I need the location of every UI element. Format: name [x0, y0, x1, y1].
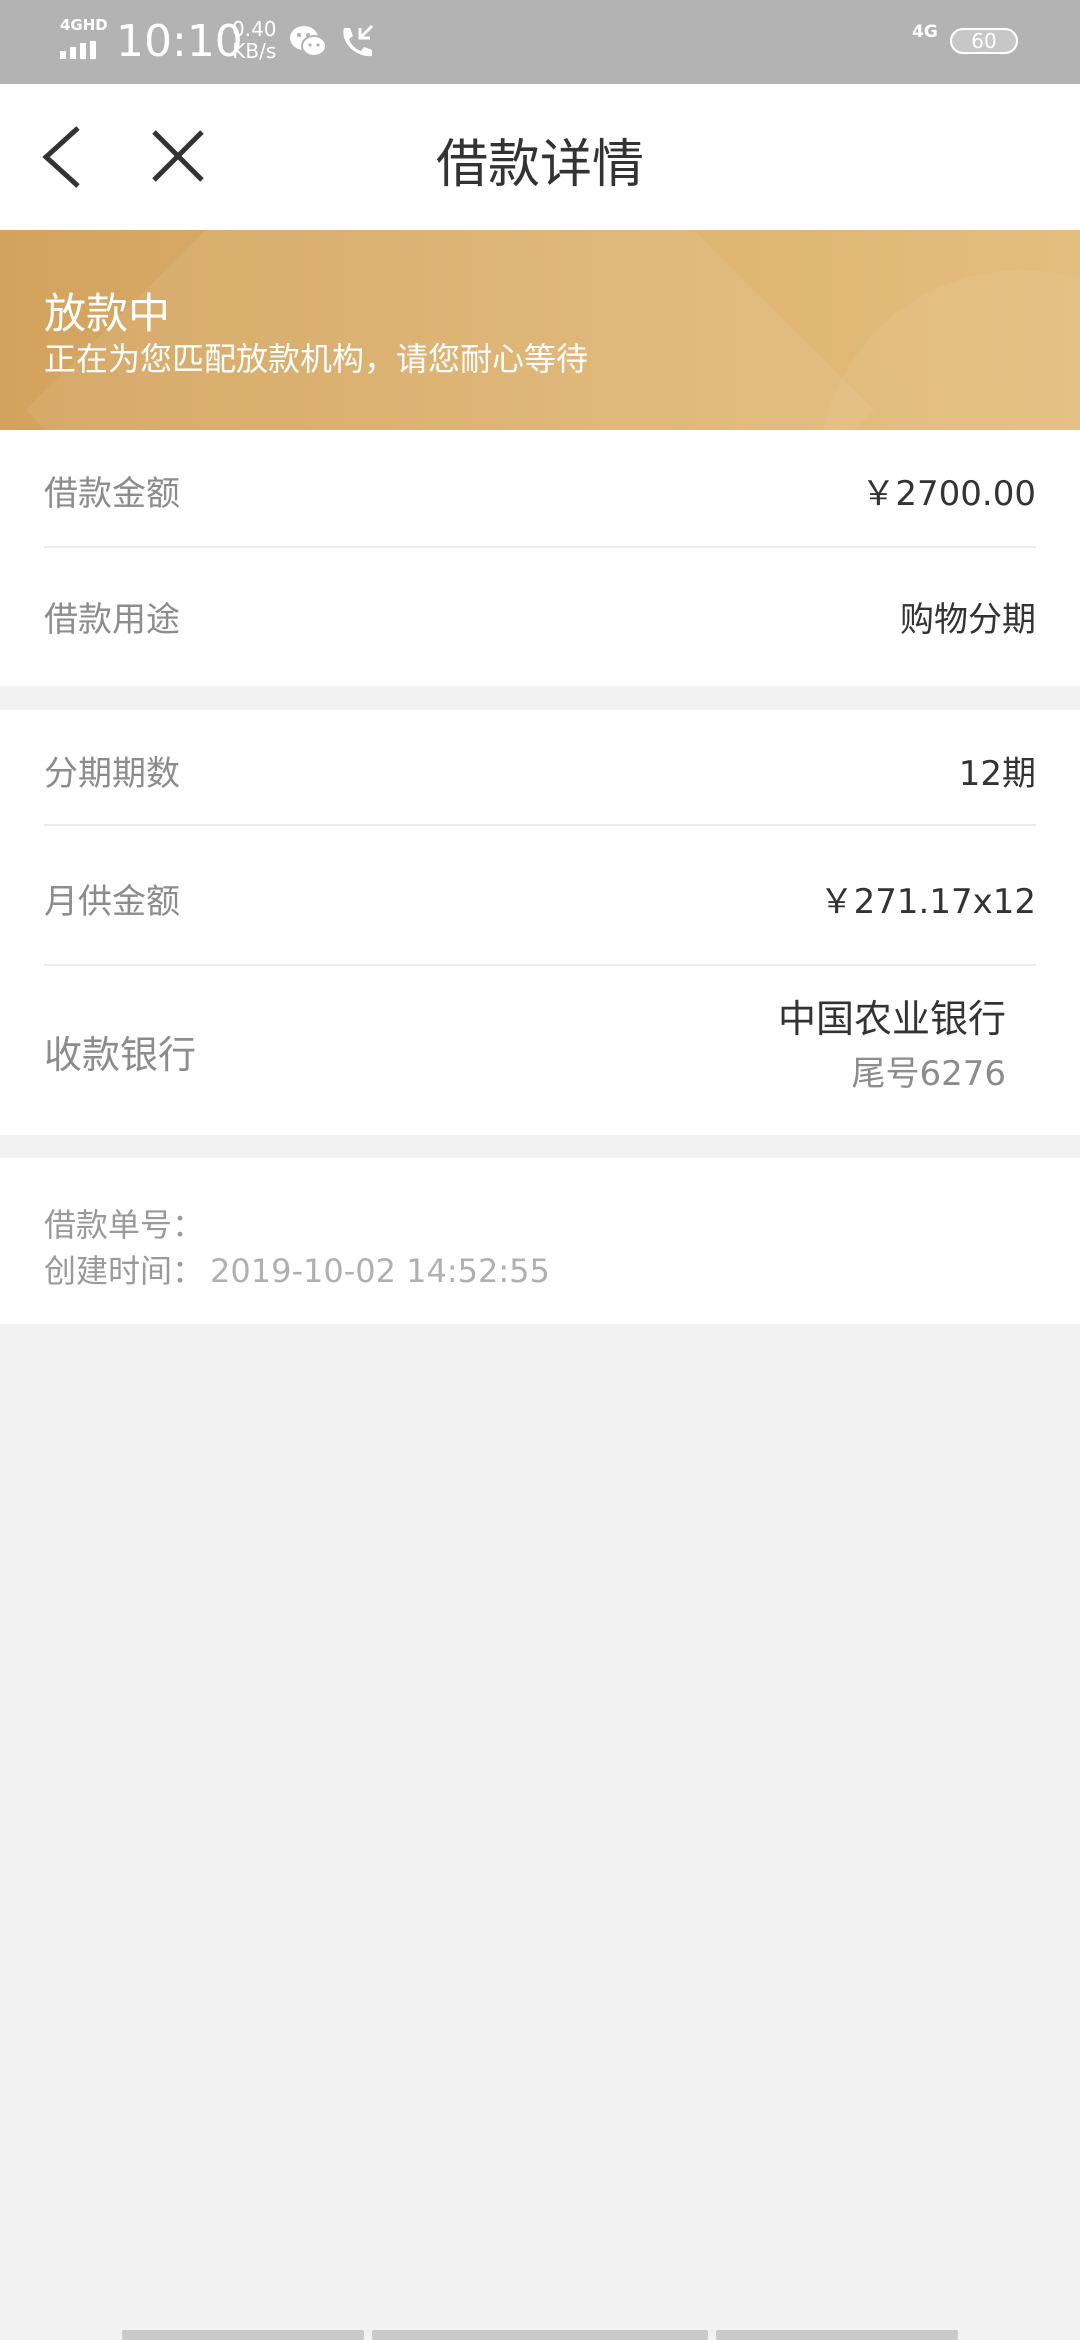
nav-bar: 借款详情: [0, 84, 1080, 230]
home-indicator: [122, 2330, 364, 2340]
banner-decoration: [820, 270, 1080, 430]
purpose-row: 借款用途 购物分期: [44, 548, 1036, 686]
page-title: 借款详情: [435, 135, 644, 195]
network-speed: 0.40 KB/s: [232, 18, 277, 62]
speed-unit: KB/s: [232, 39, 277, 63]
installment-card: 分期期数 12期 月供金额 ￥271.17x12 收款银行 中国农业银行 尾号6…: [0, 710, 1080, 1135]
status-banner: 放款中 正在为您匹配放款机构，请您耐心等待: [0, 230, 1080, 430]
status-bar: 4GHD 10:10 0.40 KB/s 4G 60: [0, 0, 1080, 84]
bank-label: 收款银行: [44, 1033, 197, 1077]
order-number-label: 借款单号：: [44, 1206, 205, 1244]
battery-icon: 60: [950, 28, 1018, 54]
home-indicator: [372, 2330, 708, 2340]
created-time-value: 2019-10-02 14:52:55: [210, 1252, 550, 1290]
home-indicator: [716, 2330, 958, 2340]
order-meta: 借款单号： 创建时间： 2019-10-02 14:52:55: [0, 1158, 1080, 1324]
amount-row: 借款金额 ￥2700.00: [44, 430, 1036, 548]
signal-icon: [60, 40, 100, 59]
wechat-icon: [290, 26, 327, 57]
periods-row: 分期期数 12期: [44, 710, 1036, 826]
monthly-row: 月供金额 ￥271.17x12: [44, 826, 1036, 966]
monthly-value: ￥271.17x12: [819, 882, 1036, 922]
bank-tail-number: 尾号6276: [851, 1054, 1006, 1094]
periods-label: 分期期数: [44, 754, 180, 794]
banner-title: 放款中: [44, 289, 171, 338]
speed-value: 0.40: [232, 17, 277, 41]
amount-label: 借款金额: [44, 474, 180, 514]
monthly-label: 月供金额: [44, 882, 180, 922]
status-time: 10:10: [116, 16, 243, 67]
right-network-type: 4G: [912, 22, 938, 42]
missed-call-icon: [343, 24, 374, 57]
network-type: 4GHD: [60, 16, 108, 34]
bank-name: 中国农业银行: [777, 997, 1006, 1041]
created-time-label: 创建时间：: [44, 1252, 205, 1290]
loan-info-card: 借款金额 ￥2700.00 借款用途 购物分期: [0, 430, 1080, 686]
bank-row: 收款银行 中国农业银行 尾号6276: [44, 966, 1036, 1135]
purpose-label: 借款用途: [44, 600, 180, 640]
order-number: 借款单号：: [44, 1200, 210, 1246]
periods-value: 12期: [958, 754, 1036, 794]
amount-value: ￥2700.00: [861, 474, 1036, 514]
banner-subtitle: 正在为您匹配放款机构，请您耐心等待: [44, 340, 589, 378]
created-time: 创建时间： 2019-10-02 14:52:55: [44, 1246, 550, 1292]
purpose-value: 购物分期: [900, 600, 1036, 640]
